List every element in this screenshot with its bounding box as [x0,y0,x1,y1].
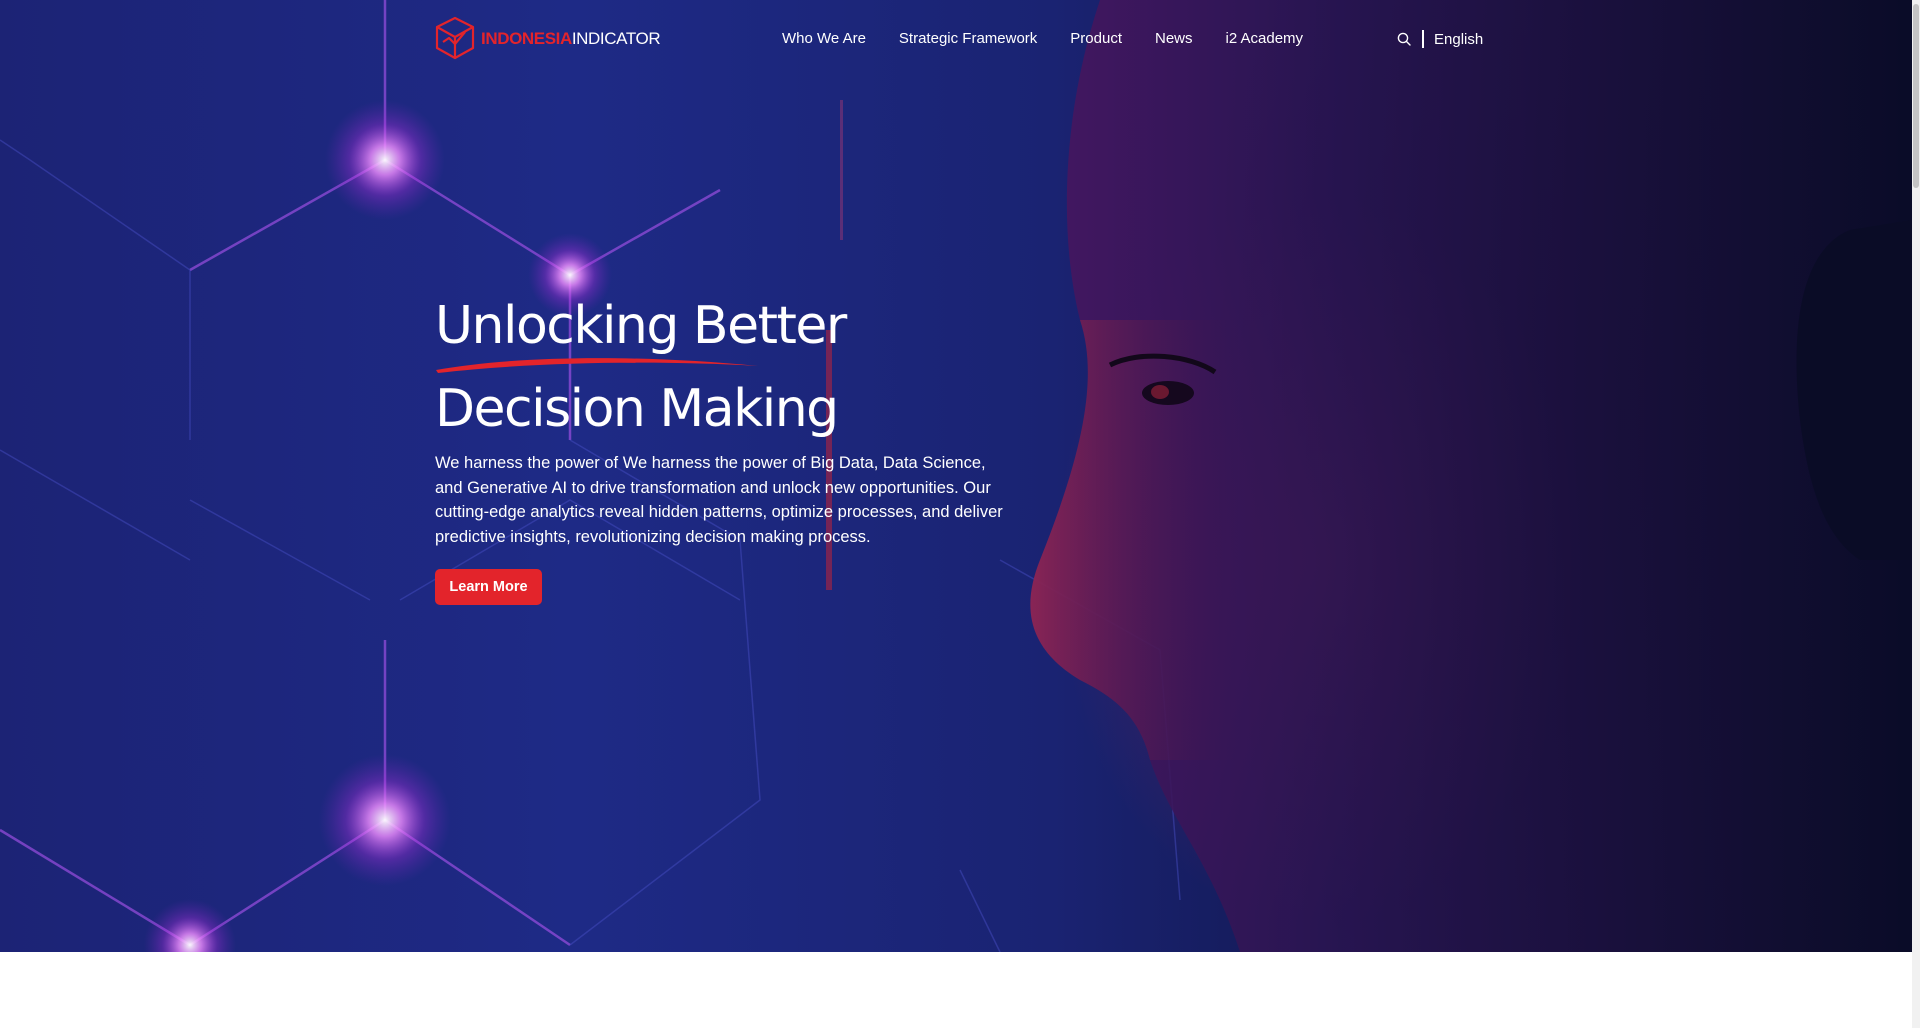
cube-logo-icon [435,16,475,60]
nav-who-we-are[interactable]: Who We Are [782,28,866,50]
title-underline-swoosh [436,358,758,373]
language-selector[interactable]: English [1434,31,1483,48]
hero-title-line-2: Decision Making [435,379,839,439]
nav-news[interactable]: News [1155,28,1193,50]
search-icon [1397,32,1411,46]
scrollbar-thumb[interactable] [1913,4,1919,188]
logo-wordmark: INDONESIAINDICATOR [481,28,661,48]
nav-i2-academy[interactable]: i2 Academy [1226,28,1304,50]
header-utilities: English [1396,28,1483,50]
site-logo[interactable]: INDONESIAINDICATOR [435,16,661,60]
page-scrollbar[interactable] [1912,0,1920,1028]
hero-description: We harness the power of We harness the p… [435,454,1003,546]
logo-text-indicator: INDICATOR [571,28,661,48]
search-button[interactable] [1396,31,1412,47]
header-divider [1422,30,1424,48]
nav-product[interactable]: Product [1070,28,1122,50]
main-nav: Who We Are Strategic Framework Product N… [782,28,1303,50]
learn-more-button[interactable]: Learn More [435,569,542,605]
logo-text-indonesia: INDONESIA [481,28,572,48]
nav-strategic-framework[interactable]: Strategic Framework [899,28,1037,50]
